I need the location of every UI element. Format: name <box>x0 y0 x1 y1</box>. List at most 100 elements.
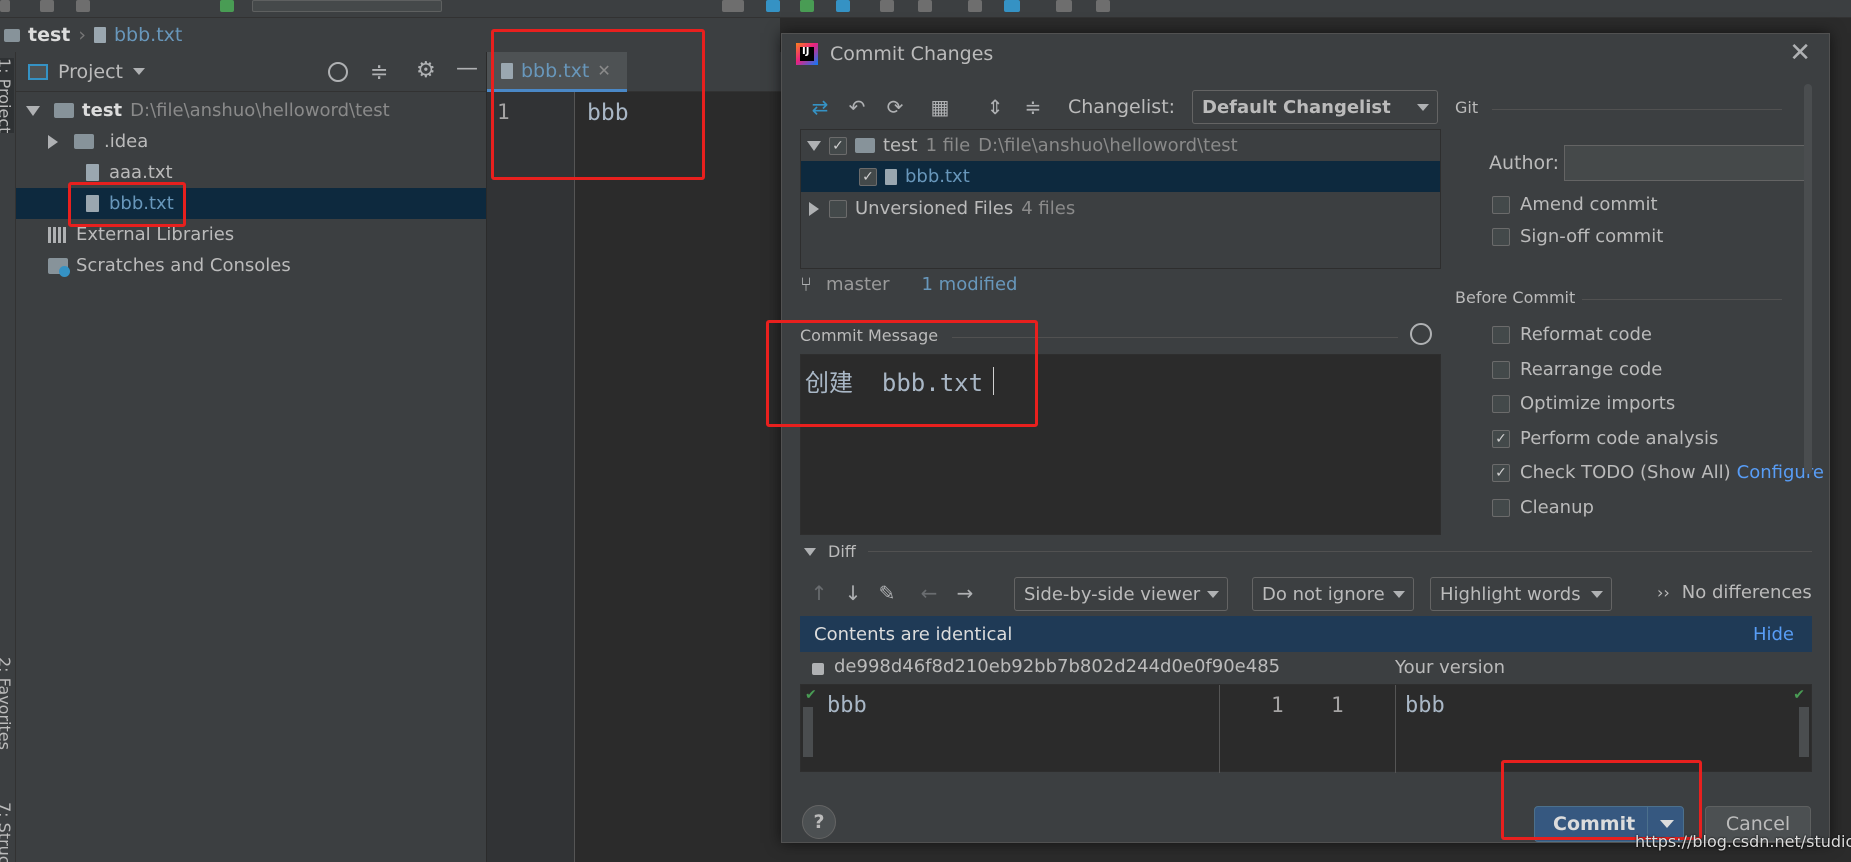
collapse-icon[interactable] <box>804 547 816 556</box>
commit-dialog: IJ Commit Changes ✕ ⇄ ↶ ⟳ ▦ ⇕ ≑ Changeli… <box>781 33 1830 843</box>
changelist-select[interactable]: Default Changelist <box>1192 90 1438 124</box>
amend-commit-option[interactable]: Amend commit <box>1492 194 1658 215</box>
tree-file-bbb[interactable]: ✓ bbb.txt <box>801 161 1440 192</box>
tree-scratches[interactable]: Scratches and Consoles <box>48 250 291 281</box>
project-structure-icon[interactable] <box>1004 0 1020 12</box>
expand-icon[interactable] <box>48 134 58 149</box>
unversioned-checkbox[interactable] <box>829 199 847 218</box>
next-file-icon[interactable]: → <box>952 580 978 606</box>
todo-checkbox[interactable]: ✓ <box>1492 463 1510 482</box>
locate-icon[interactable] <box>328 62 348 82</box>
root-checkbox[interactable]: ✓ <box>829 136 847 155</box>
tree-root[interactable]: test D:\file\anshuo\helloword\test <box>26 95 390 126</box>
analysis-checkbox[interactable]: ✓ <box>1492 429 1510 448</box>
commit-button-label: Commit <box>1553 813 1636 835</box>
expand-icon[interactable] <box>807 140 821 151</box>
rearrange-checkbox[interactable] <box>1492 360 1510 379</box>
collapse-all-icon[interactable]: ≑ <box>1020 94 1046 120</box>
hide-panel-icon[interactable]: — <box>456 56 478 81</box>
double-chevron-icon: ›› <box>1657 583 1670 602</box>
no-differences-label: No differences <box>1681 582 1812 603</box>
amend-checkbox[interactable] <box>1492 195 1510 214</box>
edit-config-icon[interactable] <box>968 0 982 12</box>
tree-item-bbb[interactable]: bbb.txt <box>16 188 486 219</box>
breadcrumb-file[interactable]: bbb.txt <box>114 24 182 46</box>
reformat-code-option[interactable]: Reformat code <box>1492 324 1652 345</box>
unversioned-count: 4 files <box>1021 198 1076 219</box>
right-line-number: 1 <box>1331 693 1344 717</box>
file-label: bbb.txt <box>905 166 970 187</box>
left-scrollbar[interactable] <box>803 707 813 757</box>
git-update-icon[interactable] <box>766 0 780 12</box>
next-diff-icon[interactable]: ↓ <box>840 580 866 606</box>
prev-diff-icon[interactable]: ↑ <box>806 580 832 606</box>
refresh-icon[interactable]: ⟳ <box>882 94 908 120</box>
expand-all-icon[interactable]: ⇕ <box>982 94 1008 120</box>
git-rollback-icon[interactable] <box>918 0 932 12</box>
terminal-icon[interactable] <box>1056 0 1072 12</box>
hide-link[interactable]: Hide <box>1753 624 1794 645</box>
breadcrumb-project[interactable]: test <box>28 24 70 46</box>
show-diff-icon[interactable]: ⇄ <box>807 94 833 120</box>
tree-external-libraries[interactable]: External Libraries <box>48 219 234 250</box>
chevron-down-icon[interactable] <box>133 68 146 75</box>
sync-icon[interactable] <box>76 0 90 12</box>
tree-unversioned[interactable]: Unversioned Files 4 files <box>807 193 1075 224</box>
viewer-select[interactable]: Side-by-side viewer <box>1014 577 1228 611</box>
highlight-select[interactable]: Highlight words <box>1430 577 1612 611</box>
code-analysis-option[interactable]: ✓ Perform code analysis <box>1492 428 1718 449</box>
rollback-icon[interactable]: ↶ <box>844 94 870 120</box>
editor-tab-bbb[interactable]: bbb.txt ✕ <box>487 52 627 92</box>
cleanup-option[interactable]: Cleanup <box>1492 497 1594 518</box>
expand-icon[interactable] <box>26 105 40 116</box>
tree-root[interactable]: ✓ test 1 file D:\file\anshuo\helloword\t… <box>807 130 1238 161</box>
menu-icon[interactable] <box>0 0 10 12</box>
author-input[interactable] <box>1564 145 1806 181</box>
git-commit-icon[interactable] <box>800 0 814 12</box>
close-icon[interactable]: ✕ <box>597 61 610 80</box>
chevron-down-icon[interactable] <box>1660 820 1674 828</box>
optimize-checkbox[interactable] <box>1492 394 1510 413</box>
root-count: 1 file <box>925 135 971 156</box>
signoff-commit-option[interactable]: Sign-off commit <box>1492 226 1663 247</box>
project-view-selector[interactable]: Project <box>58 61 123 83</box>
editor-line-text[interactable]: bbb <box>587 100 629 126</box>
diff-viewer[interactable]: ✔ bbb 1 1 bbb ✔ <box>800 684 1812 773</box>
git-history-icon[interactable] <box>880 0 894 12</box>
run-configuration-combo[interactable] <box>252 0 442 12</box>
edit-source-icon[interactable]: ✎ <box>874 580 900 606</box>
close-icon[interactable]: ✕ <box>1789 38 1811 68</box>
tree-item-idea[interactable]: .idea <box>48 126 148 157</box>
search-icon[interactable] <box>1096 0 1110 12</box>
prev-file-icon[interactable]: ← <box>916 580 942 606</box>
right-scrollbar[interactable] <box>1799 707 1809 757</box>
tree-item-label: External Libraries <box>76 224 235 245</box>
history-clock-icon[interactable] <box>1410 323 1432 345</box>
tree-item-aaa[interactable]: aaa.txt <box>76 157 173 188</box>
file-checkbox[interactable]: ✓ <box>859 167 877 186</box>
modified-link[interactable]: 1 modified <box>921 274 1017 295</box>
expand-icon[interactable] <box>809 201 819 216</box>
git-push-icon[interactable] <box>836 0 850 12</box>
save-icon[interactable] <box>40 0 54 12</box>
cleanup-checkbox[interactable] <box>1492 498 1510 517</box>
check-todo-option[interactable]: ✓ Check TODO (Show All) Configure <box>1492 462 1824 483</box>
ignore-select[interactable]: Do not ignore <box>1252 577 1414 611</box>
signoff-checkbox[interactable] <box>1492 227 1510 246</box>
optimize-imports-option[interactable]: Optimize imports <box>1492 393 1675 414</box>
gear-icon[interactable]: ⚙ <box>416 58 436 83</box>
project-tool-tab[interactable]: 1: Project <box>0 58 14 134</box>
commit-message-input[interactable]: 创建 bbb.txt <box>800 354 1441 535</box>
build-icon[interactable] <box>220 0 234 12</box>
reformat-checkbox[interactable] <box>1492 325 1510 344</box>
diff-section-header[interactable]: Diff <box>804 542 856 561</box>
scratches-icon <box>48 257 70 277</box>
collapse-all-icon[interactable]: ≑ <box>370 60 388 85</box>
rearrange-code-option[interactable]: Rearrange code <box>1492 359 1662 380</box>
group-by-icon[interactable]: ▦ <box>927 94 953 120</box>
favorites-tool-tab[interactable]: 2: Favorites <box>0 657 14 750</box>
options-scrollbar[interactable] <box>1804 84 1812 474</box>
diff-divider <box>1395 685 1396 773</box>
help-button[interactable]: ? <box>802 805 836 839</box>
structure-tool-tab[interactable]: 7: Structure <box>0 802 14 862</box>
